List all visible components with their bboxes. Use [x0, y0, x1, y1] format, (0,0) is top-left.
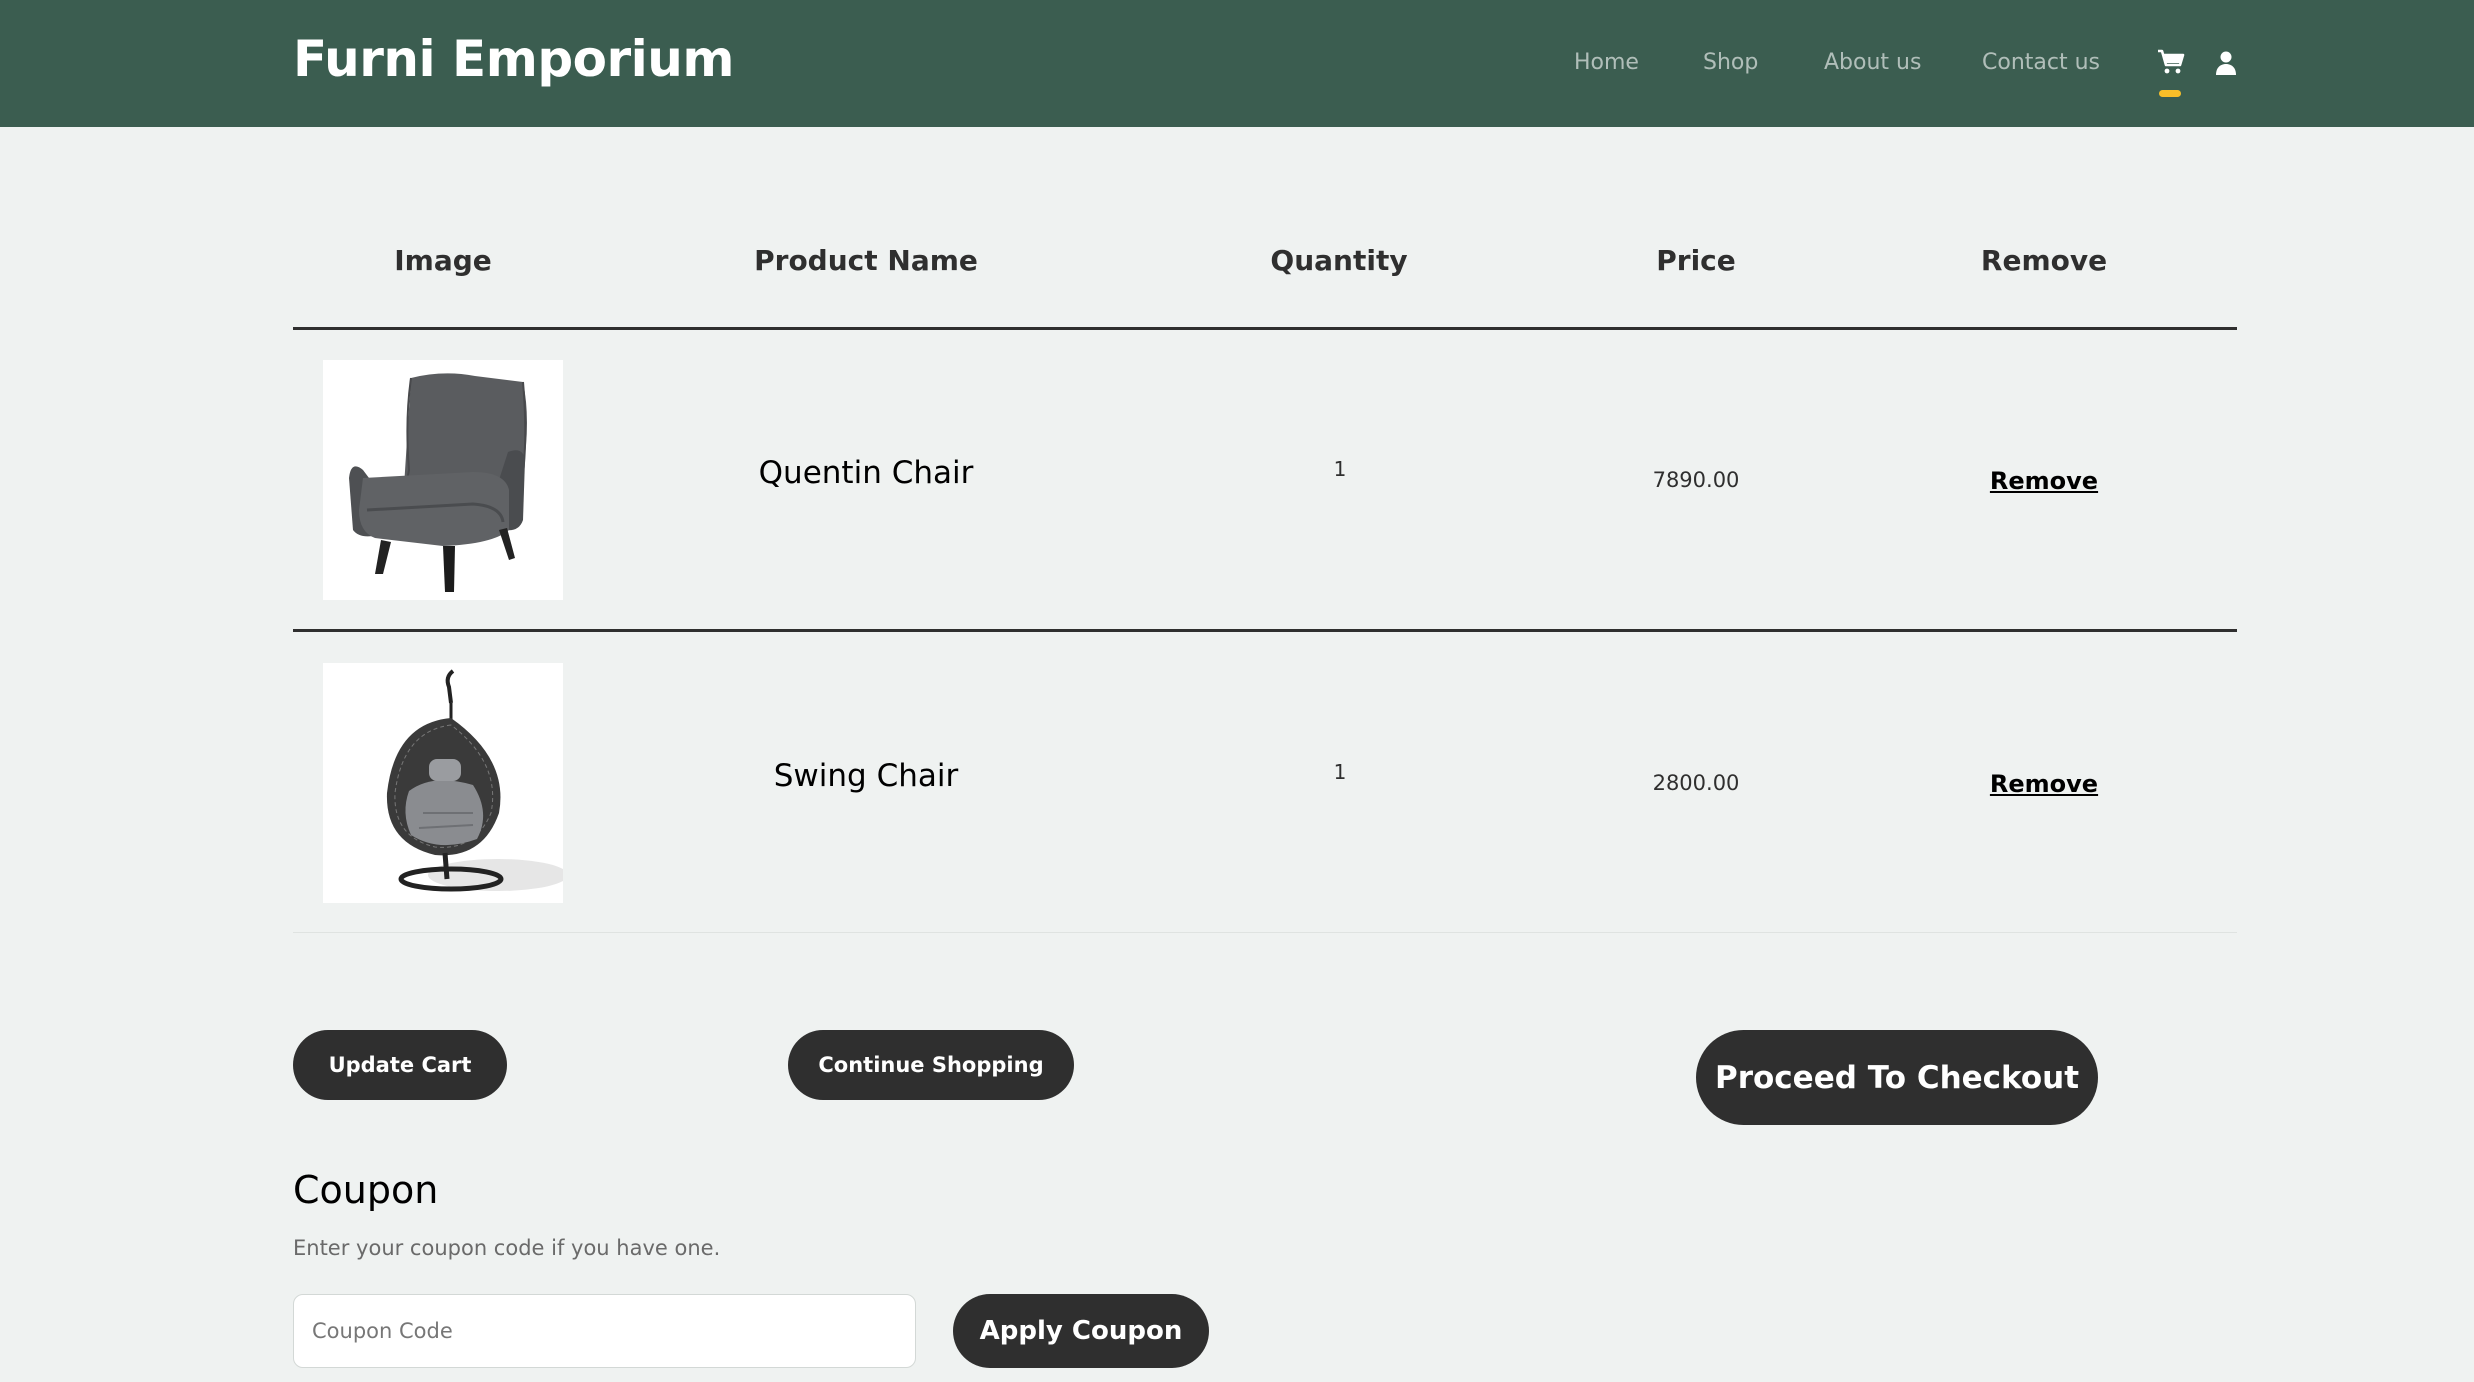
nav-home[interactable]: Home [1574, 50, 1639, 75]
coupon-code-input[interactable] [293, 1294, 916, 1368]
product-price: 7890.00 [1652, 468, 1740, 492]
product-quantity[interactable]: 1 [1334, 457, 1347, 481]
table-row-divider [293, 629, 2237, 632]
site-header: Furni Emporium Home Shop About us Contac… [0, 0, 2474, 127]
column-header-remove: Remove [1980, 244, 2108, 277]
nav-about-us[interactable]: About us [1824, 50, 1921, 75]
table-header-divider [293, 327, 2237, 330]
nav-shop[interactable]: Shop [1703, 50, 1758, 75]
table-bottom-divider [293, 932, 2237, 933]
product-image-quentin-chair [323, 360, 563, 600]
update-cart-button[interactable]: Update Cart [293, 1030, 507, 1100]
proceed-to-checkout-button[interactable]: Proceed To Checkout [1696, 1030, 2098, 1125]
product-name: Swing Chair [773, 758, 959, 794]
product-price: 2800.00 [1652, 771, 1740, 795]
product-image-swing-chair [323, 663, 563, 903]
product-name: Quentin Chair [758, 455, 974, 491]
column-header-quantity: Quantity [1270, 244, 1408, 277]
cart-active-indicator [2159, 90, 2181, 97]
product-quantity[interactable]: 1 [1334, 760, 1347, 784]
remove-link[interactable]: Remove [1990, 467, 2098, 495]
coupon-heading: Coupon [293, 1168, 439, 1212]
column-header-product-name: Product Name [754, 244, 978, 277]
coupon-description: Enter your coupon code if you have one. [293, 1236, 721, 1260]
column-header-image: Image [394, 244, 492, 277]
continue-shopping-button[interactable]: Continue Shopping [788, 1030, 1074, 1100]
brand-logo[interactable]: Furni Emporium [293, 30, 734, 88]
remove-link[interactable]: Remove [1990, 770, 2098, 798]
apply-coupon-button[interactable]: Apply Coupon [953, 1294, 1209, 1368]
user-icon[interactable] [2214, 50, 2238, 76]
column-header-price: Price [1656, 244, 1736, 277]
nav-contact-us[interactable]: Contact us [1982, 50, 2100, 75]
cart-icon[interactable] [2157, 48, 2185, 76]
